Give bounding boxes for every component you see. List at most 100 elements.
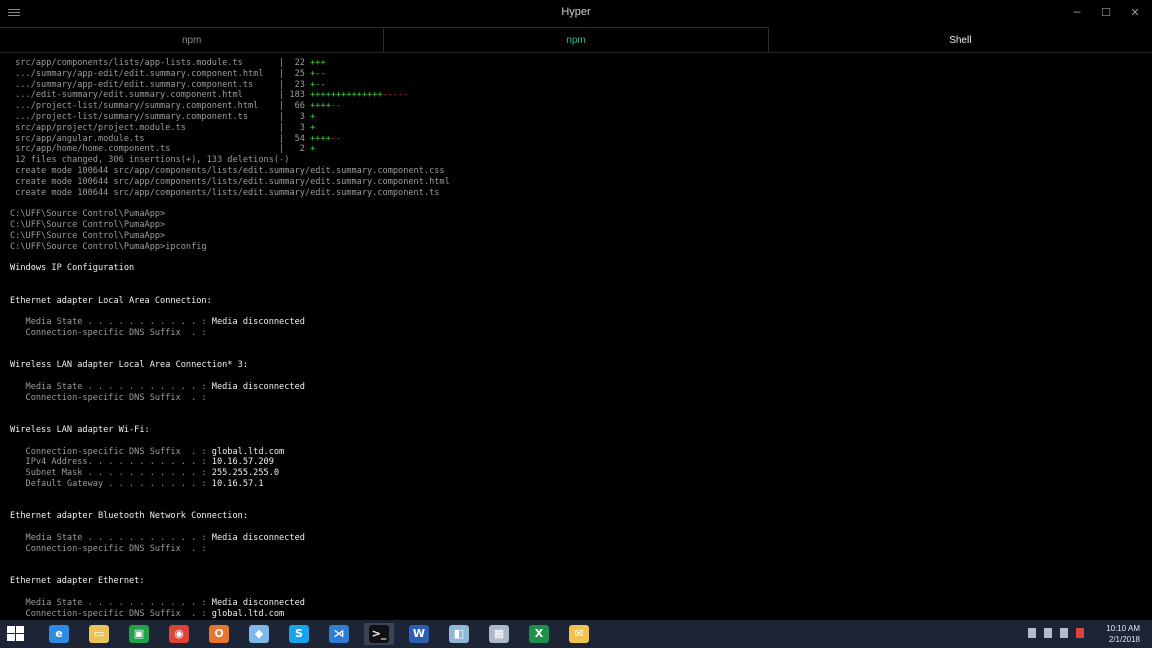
prompt-line: C:\UFF\Source Control\PumaApp>ipconfig	[10, 242, 1140, 253]
taskbar-app-store[interactable]: ▣	[124, 623, 154, 645]
taskbar-app-calculator[interactable]: ▦	[484, 623, 514, 645]
diff-plus: +	[310, 111, 316, 122]
tray-icon[interactable]	[1028, 628, 1036, 638]
diff-separator: |	[273, 111, 290, 122]
diff-plus: ++++++++++++++	[310, 90, 383, 101]
prompt-line: C:\UFF\Source Control\PumaApp>	[10, 220, 1140, 231]
adapter-value: 255.255.255.0	[211, 468, 280, 479]
diff-separator: |	[273, 90, 290, 101]
diffstat-row: .../summary/app-edit/edit.summary.compon…	[10, 69, 1140, 80]
diff-file: .../project-list/summary/summary.compone…	[10, 101, 274, 112]
network-icon[interactable]	[1044, 628, 1052, 638]
prompt-text: C:\UFF\Source Control\PumaApp>	[10, 219, 166, 230]
taskbar-app-outlook[interactable]: O	[204, 623, 234, 645]
diff-file: .../project-list/summary/summary.compone…	[10, 111, 274, 122]
adapter-value: Media disconnected	[211, 317, 305, 328]
clock-time: 10:10 AM	[1106, 624, 1140, 633]
diff-plus: +--	[310, 68, 326, 79]
windows-start-icon[interactable]	[7, 626, 25, 642]
adapter-row: Connection-specific DNS Suffix . :	[10, 393, 1140, 404]
diffstat-row: src/app/angular.module.ts | 54 ++++--	[10, 134, 1140, 145]
maximize-button[interactable]: ☐	[1095, 4, 1117, 22]
volume-icon[interactable]	[1060, 628, 1068, 638]
adapter-label: Media State . . . . . . . . . . . :	[10, 533, 212, 544]
tab-bar: npm npm Shell	[0, 27, 1152, 53]
diff-separator: |	[273, 101, 290, 112]
taskbar-app-chrome[interactable]: ◉	[164, 623, 194, 645]
adapter-row: Connection-specific DNS Suffix . : globa…	[10, 609, 1140, 618]
diff-count: 2	[289, 144, 311, 155]
tab-npm-2[interactable]: npm	[383, 27, 768, 52]
adapter-value: Media disconnected	[211, 533, 305, 544]
diff-plus: +	[310, 122, 316, 133]
adapter-label: Connection-specific DNS Suffix . :	[10, 392, 212, 403]
adapter-value: global.ltd.com	[211, 608, 285, 618]
minimize-button[interactable]: ─	[1066, 4, 1088, 22]
diffstat-row: src/app/home/home.component.ts | 2 +	[10, 144, 1140, 155]
tab-shell[interactable]: Shell	[767, 27, 1152, 52]
diff-file: .../summary/app-edit/edit.summary.compon…	[10, 68, 274, 79]
taskbar-app-file-explorer[interactable]: ▭	[84, 623, 114, 645]
file-explorer-icon: ▭	[89, 625, 109, 643]
tab-npm-1[interactable]: npm	[0, 27, 384, 52]
diff-plus: +	[310, 144, 316, 155]
photos-icon: ◆	[249, 625, 269, 643]
diff-count: 183	[289, 90, 311, 101]
diff-separator: |	[273, 144, 290, 155]
taskbar-app-terminal[interactable]: >_	[364, 623, 394, 645]
adapter-label: Subnet Mask . . . . . . . . . . . :	[10, 468, 212, 479]
prompt-line: C:\UFF\Source Control\PumaApp>	[10, 209, 1140, 220]
adapter-row: Connection-specific DNS Suffix . :	[10, 544, 1140, 555]
calculator-icon: ▦	[489, 625, 509, 643]
diffstat-row: .../project-list/summary/summary.compone…	[10, 112, 1140, 123]
diff-count: 66	[289, 101, 311, 112]
diff-file: src/app/angular.module.ts	[10, 133, 274, 144]
adapter-row: Connection-specific DNS Suffix . :	[10, 328, 1140, 339]
taskbar-app-app[interactable]: ◧	[444, 623, 474, 645]
adapter-value: 10.16.57.209	[211, 457, 274, 468]
adapter-label: Media State . . . . . . . . . . . :	[10, 317, 212, 328]
adapter-header-text: Ethernet adapter Bluetooth Network Conne…	[10, 511, 248, 522]
adapter-header: Wireless LAN adapter Wi-Fi:	[10, 425, 1140, 436]
taskbar-app-internet-explorer[interactable]: e	[44, 623, 74, 645]
adapter-row: Default Gateway . . . . . . . . . : 10.1…	[10, 479, 1140, 490]
diff-count: 54	[289, 133, 311, 144]
adapter-value: Media disconnected	[211, 597, 305, 608]
terminal-output[interactable]: src/app/components/lists/app-lists.modul…	[10, 58, 1140, 618]
taskbar-app-photos[interactable]: ◆	[244, 623, 274, 645]
taskbar: e ▭ ▣ ◉ O ◆ S ⋊ >_ W ◧ ▦ X ✉ 10:10 AM 2/1/2018	[0, 620, 1152, 648]
diff-file: src/app/components/lists/app-lists.modul…	[10, 58, 274, 68]
diff-summary-text: 12 files changed, 306 insertions(+), 133…	[10, 155, 290, 166]
adapter-label: Media State . . . . . . . . . . . :	[10, 597, 212, 608]
internet-explorer-icon: e	[49, 625, 69, 643]
system-clock[interactable]: 10:10 AM 2/1/2018	[1106, 623, 1140, 645]
diff-file: src/app/home/home.component.ts	[10, 144, 274, 155]
diff-separator: |	[273, 133, 290, 144]
taskbar-app-mail[interactable]: ✉	[564, 623, 594, 645]
ipconfig-title: Windows IP Configuration	[10, 263, 1140, 274]
taskbar-app-excel[interactable]: X	[524, 623, 554, 645]
close-button[interactable]: ✕	[1124, 4, 1146, 22]
diffstat-row: .../project-list/summary/summary.compone…	[10, 101, 1140, 112]
adapter-header: Ethernet adapter Local Area Connection:	[10, 296, 1140, 307]
diff-separator: |	[273, 122, 290, 133]
notification-icon[interactable]	[1076, 628, 1084, 638]
taskbar-app-skype[interactable]: S	[284, 623, 314, 645]
store-icon: ▣	[129, 625, 149, 643]
create-mode-text: create mode 100644 src/app/components/li…	[10, 176, 450, 187]
diff-file: src/app/project/project.module.ts	[10, 122, 274, 133]
prompt-line: C:\UFF\Source Control\PumaApp>	[10, 231, 1140, 242]
diff-file: .../summary/app-edit/edit.summary.compon…	[10, 79, 274, 90]
taskbar-app-visual-studio-code[interactable]: ⋊	[324, 623, 354, 645]
diff-count: 25	[289, 68, 311, 79]
taskbar-app-word[interactable]: W	[404, 623, 434, 645]
